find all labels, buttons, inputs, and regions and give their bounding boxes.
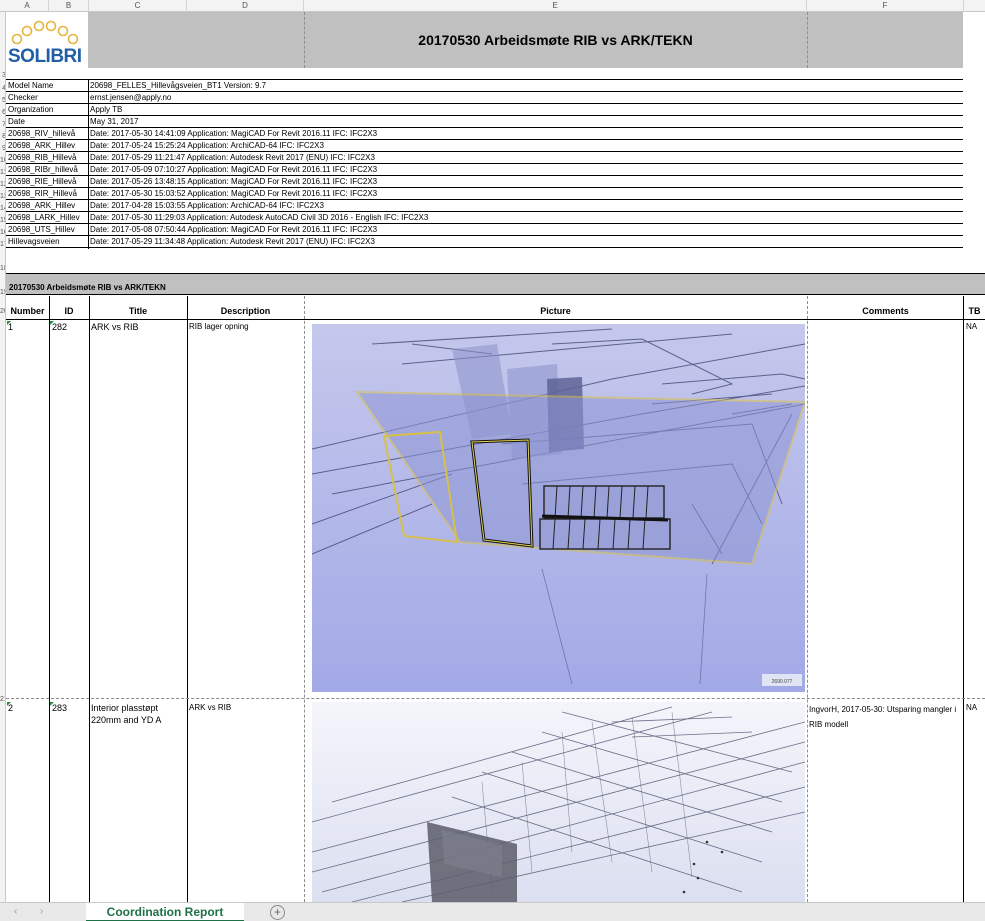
column-header-a[interactable]: A [6, 0, 49, 12]
section-title: 20170530 Arbeidsmøte RIB vs ARK/TEKN [9, 283, 166, 292]
info-row: 20698_RIBr_hillevå Date: 2017-05-09 07:10… [6, 164, 963, 176]
header-comments: Comments [862, 306, 909, 316]
info-key[interactable]: 20698_RIV_hillevå [8, 128, 86, 140]
info-key[interactable]: Hillevagsveien [8, 236, 86, 248]
info-value[interactable]: 20698_FELLES_Hillevågsveien_BT1 Version:… [90, 80, 266, 92]
solibri-logo: SOLIBRI [6, 12, 88, 68]
info-row: Model Name 20698_FELLES_Hillevågsveien_BT… [6, 80, 963, 92]
info-key[interactable]: 20698_ARK_Hillev [8, 140, 86, 152]
issue-number[interactable]: 2 [8, 702, 48, 714]
info-key[interactable]: 20698_ARK_Hillev [8, 200, 86, 212]
prev-sheet-arrow-icon[interactable]: ‹ [14, 906, 17, 917]
header-id: ID [64, 306, 74, 316]
sheet-tab-bar: ‹ › Coordination Report + [0, 902, 985, 921]
info-value[interactable]: Date: 2017-05-09 07:10:27 Application: M… [90, 164, 377, 176]
column-divider [963, 296, 964, 902]
next-sheet-arrow-icon[interactable]: › [40, 906, 43, 917]
header-bottom-border [6, 319, 985, 320]
issue-id[interactable]: 283 [52, 702, 88, 714]
info-row: 20698_RIE_Hillevå Date: 2017-05-26 13:48:… [6, 176, 963, 188]
column-header-e[interactable]: E [304, 0, 807, 12]
info-value[interactable]: Date: 2017-05-29 11:21:47 Application: A… [90, 152, 375, 164]
info-value[interactable]: Apply TB [90, 104, 122, 116]
column-divider [89, 296, 90, 902]
column-divider [807, 296, 808, 902]
info-value[interactable]: Date: 2017-05-30 14:41:09 Application: M… [90, 128, 377, 140]
row-separator [6, 698, 985, 699]
issue-number[interactable]: 1 [8, 321, 48, 333]
info-value[interactable]: Date: 2017-04-28 15:03:55 Application: A… [90, 200, 324, 212]
issue-tb[interactable]: NA [966, 321, 985, 333]
column-header-bar: A B C D E F [0, 0, 985, 12]
info-row: Hillevagsveien Date: 2017-05-29 11:34:48 … [6, 236, 963, 248]
add-sheet-icon[interactable]: + [270, 905, 285, 920]
issue-title[interactable]: Interior plasstøpt 220mm and YD A [91, 702, 185, 726]
info-row: 20698_ARK_Hillev Date: 2017-05-24 15:25:2… [6, 140, 963, 152]
picture-caption: 2690.077 [772, 679, 793, 685]
issue-tb[interactable]: NA [966, 702, 985, 714]
column-header-f[interactable]: F [807, 0, 964, 12]
issue-comments[interactable]: IngvorH, 2017-05-30: Utsparing mangler i… [809, 702, 959, 732]
issue-description[interactable]: ARK vs RIB [189, 702, 302, 714]
header-picture: Picture [540, 306, 571, 316]
issue-picture-2[interactable] [312, 702, 805, 902]
issue-id[interactable]: 282 [52, 321, 88, 333]
tab-coordination-report[interactable]: Coordination Report [86, 903, 244, 921]
spreadsheet-grid[interactable]: SOLIBRI 20170530 Arbeidsmøte RIB vs ARK/… [6, 12, 985, 902]
info-value[interactable]: Date: 2017-05-30 15:03:52 Application: M… [90, 188, 377, 200]
info-row: 20698_UTS_Hillev Date: 2017-05-08 07:50:4… [6, 224, 963, 236]
info-key[interactable]: Checker [8, 92, 86, 104]
document-title: 20170530 Arbeidsmøte RIB vs ARK/TEKN [418, 32, 693, 48]
info-row: 20698_LARK_Hillev Date: 2017-05-30 11:29:… [6, 212, 963, 224]
column-header-d[interactable]: D [187, 0, 304, 12]
info-key[interactable]: 20698_RIR_Hillevå [8, 188, 86, 200]
info-value[interactable]: Date: 2017-05-30 11:29:03 Application: A… [90, 212, 428, 224]
info-key[interactable]: Date [8, 116, 86, 128]
info-row: Date May 31, 2017 [6, 116, 963, 128]
info-row: 20698_RIR_Hillevå Date: 2017-05-30 15:03:… [6, 188, 963, 200]
issue-picture-1[interactable]: 2690.077 [312, 324, 805, 692]
info-key[interactable]: 20698_RIB_Hillevå [8, 152, 86, 164]
info-row: 20698_ARK_Hillev Date: 2017-04-28 15:03:5… [6, 200, 963, 212]
logo-rings-icon [11, 20, 79, 45]
header-title: Title [128, 306, 148, 316]
header-number: Number [10, 306, 45, 316]
info-row: 20698_RIV_hillevå Date: 2017-05-30 14:41:… [6, 128, 963, 140]
column-divider [304, 12, 305, 68]
issues-table-header: Number ID Title Description Picture Comm… [6, 296, 985, 320]
info-value[interactable]: Date: 2017-05-24 15:25:24 Application: A… [90, 140, 324, 152]
header-description: Description [220, 306, 271, 316]
header-tb: TB [968, 306, 981, 316]
column-divider [49, 296, 50, 902]
column-header-c[interactable]: C [89, 0, 187, 12]
issue-title[interactable]: ARK vs RIB [91, 321, 185, 333]
column-divider [187, 296, 188, 902]
info-value[interactable]: Date: 2017-05-08 07:50:44 Application: M… [90, 224, 377, 236]
section-title-band: 20170530 Arbeidsmøte RIB vs ARK/TEKN [6, 273, 985, 295]
info-row: 20698_RIB_Hillevå Date: 2017-05-29 11:21:… [6, 152, 963, 164]
info-value[interactable]: Date: 2017-05-26 13:48:15 Application: M… [90, 176, 377, 188]
info-divider [88, 79, 89, 249]
info-key[interactable]: 20698_LARK_Hillev [8, 212, 86, 224]
column-divider [304, 296, 305, 902]
info-key[interactable]: 20698_RIE_Hillevå [8, 176, 86, 188]
info-value[interactable]: May 31, 2017 [90, 116, 138, 128]
info-row: Organization Apply TB [6, 104, 963, 116]
info-row: Checker ernst.jensen@apply.no [6, 92, 963, 104]
issue-description[interactable]: RIB lager opning [189, 321, 302, 333]
column-header-b[interactable]: B [49, 0, 89, 12]
info-key[interactable]: Model Name [8, 80, 86, 92]
info-value[interactable]: ernst.jensen@apply.no [90, 92, 171, 104]
info-key[interactable]: 20698_UTS_Hillev [8, 224, 86, 236]
info-key[interactable]: 20698_RIBr_hillevå [8, 164, 86, 176]
column-divider [807, 12, 808, 68]
info-value[interactable]: Date: 2017-05-29 11:34:48 Application: A… [90, 236, 375, 248]
info-key[interactable]: Organization [8, 104, 86, 116]
logo-wordmark: SOLIBRI [8, 46, 82, 67]
